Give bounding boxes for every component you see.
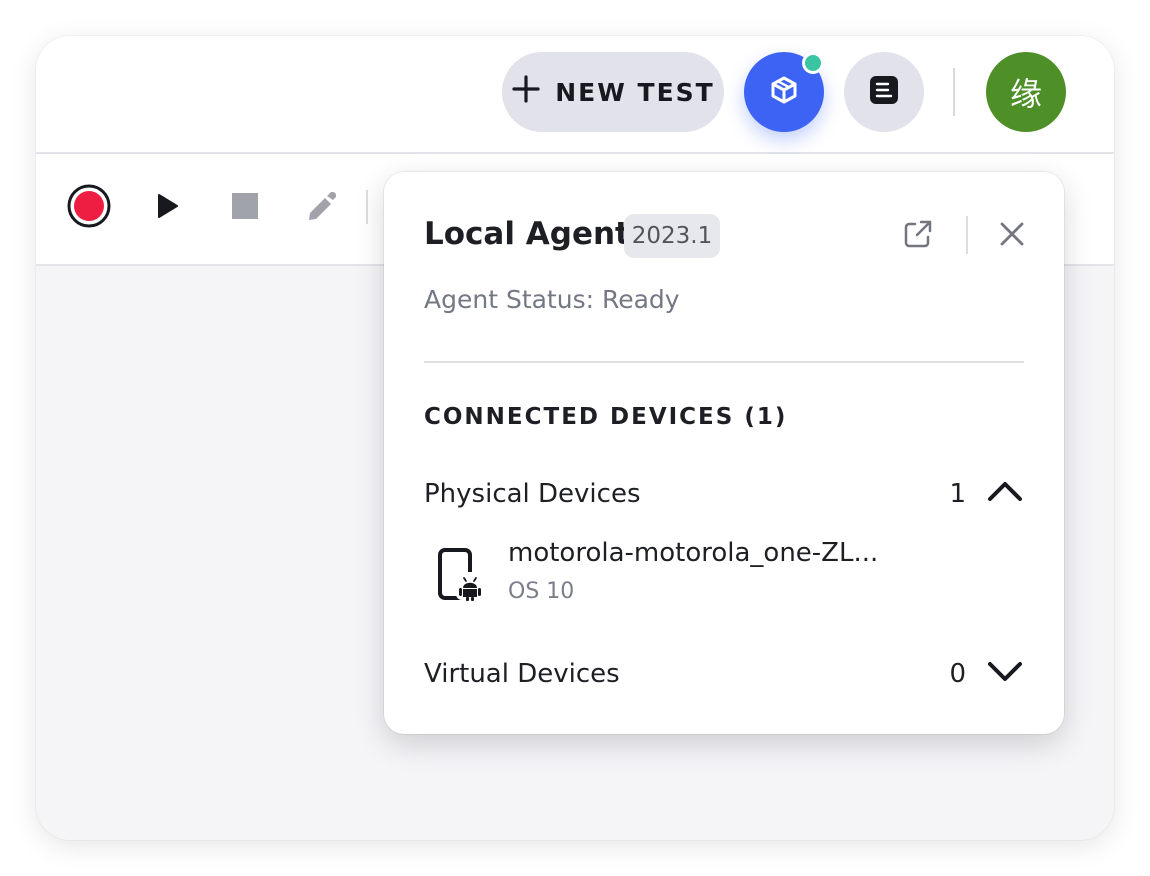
user-avatar[interactable]: 缘 <box>986 52 1066 132</box>
open-external-button[interactable] <box>900 218 936 254</box>
virtual-devices-count: 0 <box>949 659 966 689</box>
plus-icon <box>511 74 541 110</box>
physical-devices-count: 1 <box>949 479 966 509</box>
virtual-devices-group-toggle[interactable]: Virtual Devices 0 <box>424 652 1024 696</box>
virtual-devices-label: Virtual Devices <box>424 659 620 689</box>
device-name: motorola-motorola_one-ZL... <box>508 538 879 568</box>
chevron-down-icon <box>986 659 1024 690</box>
agent-status-text: Agent Status: Ready <box>424 285 680 314</box>
notes-button[interactable] <box>844 52 924 132</box>
notes-icon <box>868 74 900 110</box>
local-agent-button[interactable] <box>744 52 824 132</box>
close-popover-button[interactable] <box>994 218 1030 254</box>
physical-devices-meta: 1 <box>949 479 1024 510</box>
chevron-up-icon <box>986 479 1024 510</box>
record-icon <box>66 183 112 233</box>
local-agent-popover: Local Agent 2023.1 Agent Status: Ready C… <box>384 172 1064 734</box>
cube-icon <box>767 73 801 111</box>
close-icon <box>997 219 1027 253</box>
stop-button[interactable] <box>221 184 269 232</box>
top-bar: NEW TEST 缘 <box>36 36 1114 154</box>
new-test-label: NEW TEST <box>555 77 715 107</box>
edit-button[interactable] <box>298 184 346 232</box>
external-link-icon <box>902 218 934 254</box>
virtual-devices-meta: 0 <box>949 659 1024 690</box>
physical-devices-label: Physical Devices <box>424 479 641 509</box>
version-badge: 2023.1 <box>624 214 720 258</box>
play-icon <box>152 191 182 225</box>
popover-section-divider <box>424 361 1024 363</box>
connected-devices-heading: CONNECTED DEVICES (1) <box>424 404 788 430</box>
popover-header-divider <box>966 216 968 254</box>
record-button[interactable] <box>65 184 113 232</box>
popover-title: Local Agent <box>424 216 630 252</box>
new-test-button[interactable]: NEW TEST <box>502 52 724 132</box>
device-list-item[interactable]: motorola-motorola_one-ZL... OS 10 <box>438 534 998 604</box>
device-os: OS 10 <box>508 579 575 604</box>
agent-status-dot <box>802 52 824 74</box>
edit-pen-icon <box>303 187 341 229</box>
toolbar-divider <box>366 190 368 224</box>
physical-devices-group-toggle[interactable]: Physical Devices 1 <box>424 472 1024 516</box>
play-button[interactable] <box>143 184 191 232</box>
avatar-text: 缘 <box>1009 75 1042 113</box>
stop-icon <box>231 192 259 224</box>
android-device-icon <box>438 548 486 602</box>
topbar-divider <box>953 68 955 116</box>
